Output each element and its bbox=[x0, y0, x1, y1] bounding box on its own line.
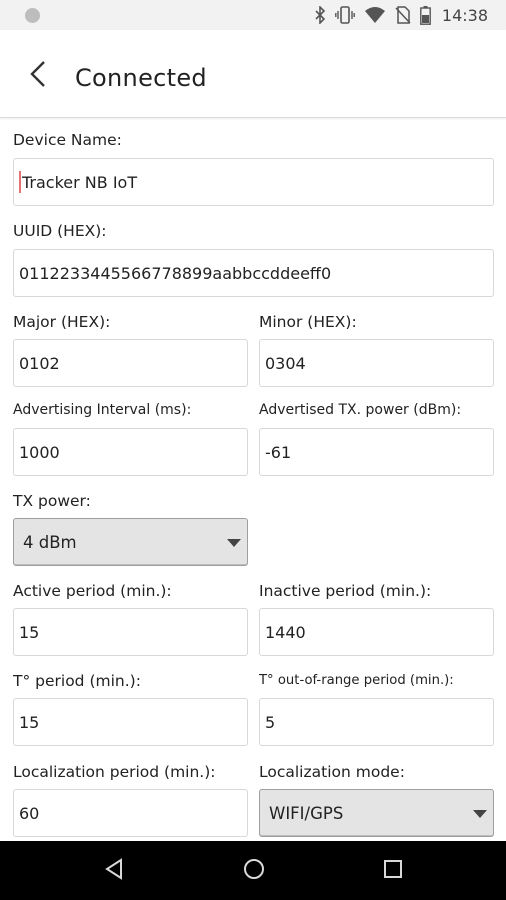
device-name-value: Tracker NB IoT bbox=[22, 172, 138, 192]
advertised-tx-power-input[interactable]: -61 bbox=[259, 428, 494, 476]
major-label: Major (HEX): bbox=[13, 313, 111, 331]
minor-label: Minor (HEX): bbox=[259, 313, 357, 331]
device-name-label: Device Name: bbox=[13, 131, 122, 149]
status-icons: 14:38 bbox=[314, 5, 488, 25]
inactive-period-input[interactable]: 1440 bbox=[259, 608, 494, 656]
major-input[interactable]: 0102 bbox=[13, 339, 248, 387]
battery-icon bbox=[419, 5, 431, 25]
temperature-out-of-range-period-input[interactable]: 5 bbox=[259, 698, 494, 746]
active-period-input[interactable]: 15 bbox=[13, 608, 248, 656]
nav-home-button[interactable] bbox=[239, 857, 269, 885]
beacon-settings-form: Device Name: Tracker NB IoT UUID (HEX): … bbox=[0, 118, 506, 841]
dropdown-caret-icon bbox=[473, 810, 487, 818]
text-cursor bbox=[19, 171, 21, 193]
localization-mode-value: WIFI/GPS bbox=[269, 803, 344, 823]
minor-input[interactable]: 0304 bbox=[259, 339, 494, 387]
minor-value: 0304 bbox=[265, 353, 306, 373]
advertising-interval-label: Advertising Interval (ms): bbox=[13, 402, 192, 418]
tx-power-select[interactable]: 4 dBm bbox=[13, 518, 248, 566]
temperature-out-of-range-period-value: 5 bbox=[265, 712, 276, 732]
advertising-interval-input[interactable]: 1000 bbox=[13, 428, 248, 476]
advertising-interval-value: 1000 bbox=[19, 442, 60, 462]
temperature-period-value: 15 bbox=[19, 712, 40, 732]
no-sim-icon bbox=[395, 6, 411, 24]
back-arrow-icon bbox=[29, 60, 47, 92]
temperature-period-input[interactable]: 15 bbox=[13, 698, 248, 746]
nav-back-button[interactable] bbox=[99, 857, 129, 885]
inactive-period-value: 1440 bbox=[265, 622, 306, 642]
vibrate-icon bbox=[334, 6, 355, 24]
localization-mode-select[interactable]: WIFI/GPS bbox=[259, 789, 494, 837]
page-title: Connected bbox=[75, 64, 207, 92]
back-button[interactable] bbox=[22, 60, 54, 92]
status-bar: 14:38 bbox=[0, 0, 506, 30]
localization-mode-label: Localization mode: bbox=[259, 763, 405, 781]
system-navigation-bar bbox=[0, 841, 506, 900]
nav-recents-icon bbox=[383, 859, 403, 883]
uuid-input[interactable]: 0112233445566778899aabbccddeeff0 bbox=[13, 249, 494, 297]
advertised-tx-power-label: Advertised TX. power (dBm): bbox=[259, 402, 462, 418]
localization-period-label: Localization period (min.): bbox=[13, 763, 216, 781]
wifi-icon bbox=[364, 6, 386, 24]
localization-period-value: 60 bbox=[19, 803, 40, 823]
nav-home-icon bbox=[243, 858, 265, 884]
localization-period-input[interactable]: 60 bbox=[13, 789, 248, 837]
active-period-value: 15 bbox=[19, 622, 40, 642]
dropdown-caret-icon bbox=[227, 539, 241, 547]
tx-power-value: 4 dBm bbox=[23, 532, 77, 552]
uuid-value: 0112233445566778899aabbccddeeff0 bbox=[19, 263, 332, 283]
temperature-period-label: T° period (min.): bbox=[13, 672, 141, 690]
active-period-label: Active period (min.): bbox=[13, 582, 172, 600]
app-bar: Connected bbox=[0, 30, 506, 118]
notification-dot-icon bbox=[25, 8, 40, 23]
bluetooth-icon bbox=[314, 6, 326, 24]
nav-recents-button[interactable] bbox=[378, 857, 408, 885]
advertised-tx-power-value: -61 bbox=[265, 442, 292, 462]
uuid-label: UUID (HEX): bbox=[13, 222, 107, 240]
status-time: 14:38 bbox=[441, 5, 488, 25]
device-name-input[interactable]: Tracker NB IoT bbox=[13, 158, 494, 206]
inactive-period-label: Inactive period (min.): bbox=[259, 582, 432, 600]
temperature-out-of-range-period-label: T° out-of-range period (min.): bbox=[259, 673, 454, 688]
tx-power-label: TX power: bbox=[13, 492, 91, 510]
nav-back-icon bbox=[104, 858, 124, 884]
major-value: 0102 bbox=[19, 353, 60, 373]
